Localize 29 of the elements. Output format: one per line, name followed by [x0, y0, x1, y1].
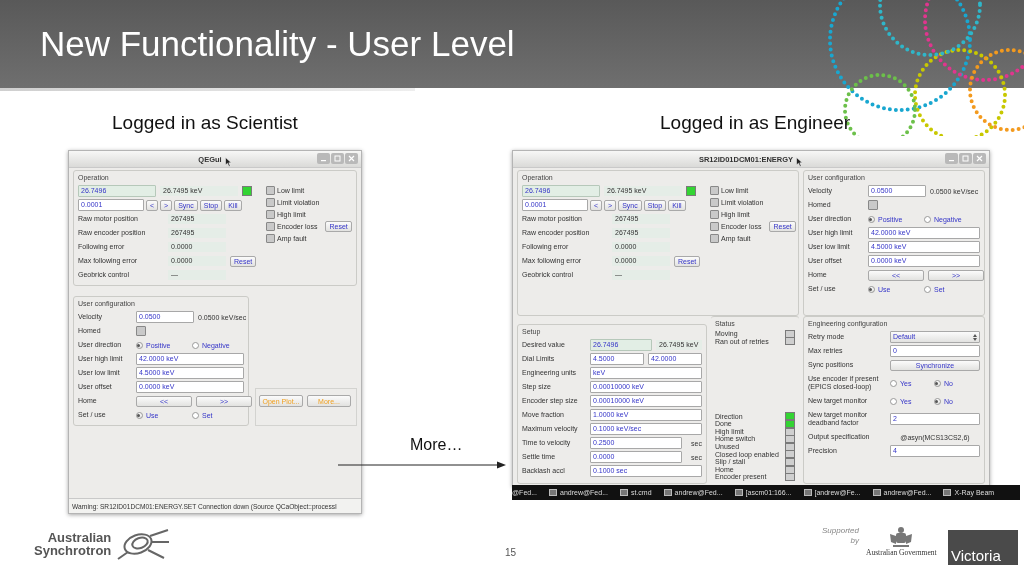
logo-text: Synchrotron [34, 544, 112, 557]
crest-icon [888, 526, 915, 548]
checkbox[interactable] [136, 326, 146, 336]
callout-label: More… [410, 436, 463, 454]
cursor-icon [796, 157, 804, 167]
terminal-icon [872, 489, 881, 496]
terminal-icon [734, 489, 743, 496]
slide-title: New Functionality - User Level [40, 24, 515, 64]
maximize-icon[interactable] [331, 153, 344, 164]
terminal-icon [663, 489, 672, 496]
close-icon[interactable] [973, 153, 986, 164]
minimize-icon[interactable] [945, 153, 958, 164]
logo-text: Victoria [951, 548, 1001, 563]
page-number: 15 [505, 547, 517, 558]
checkbox[interactable] [868, 200, 878, 210]
updown-icon [973, 333, 977, 341]
logo-text: Australian [47, 531, 112, 544]
terminal-icon [803, 489, 812, 496]
terminal-icon [943, 489, 952, 496]
caption: Logged in as Engineer [660, 112, 851, 134]
terminal-icon [620, 489, 628, 496]
supported-text: by [850, 536, 859, 546]
minimize-icon[interactable] [317, 153, 330, 164]
cursor-icon [224, 157, 232, 167]
supported-text: Supported [822, 526, 859, 536]
close-icon[interactable] [345, 153, 358, 164]
maximize-icon[interactable] [959, 153, 972, 164]
caption: Logged in as Scientist [112, 112, 298, 134]
terminal-icon [549, 489, 557, 496]
